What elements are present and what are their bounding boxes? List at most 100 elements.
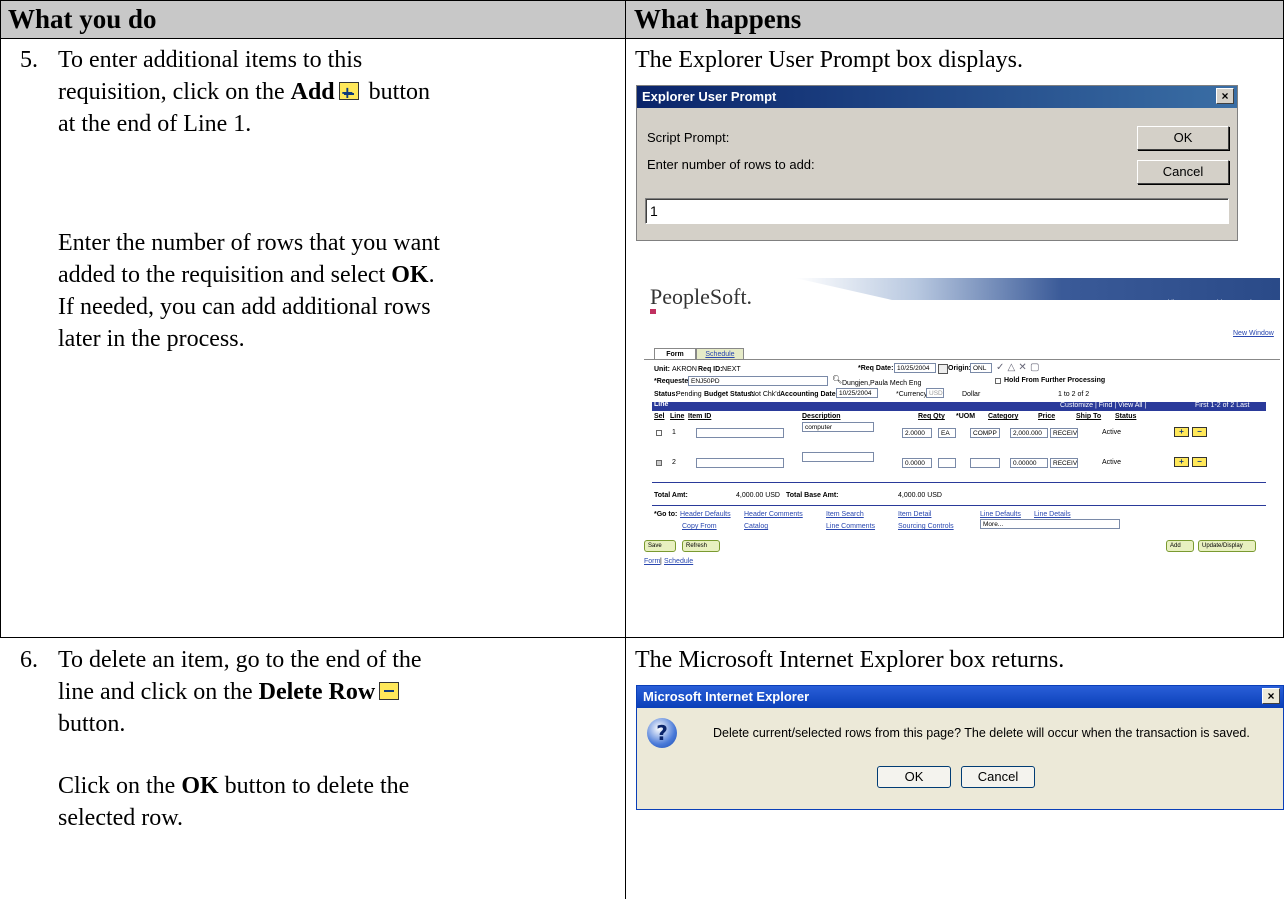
add-button[interactable]: Add: [1166, 540, 1194, 552]
tab-form-label: Form: [666, 351, 684, 358]
link-header-comments[interactable]: Header Comments: [744, 511, 803, 518]
row2-qty[interactable]: 0.0000: [902, 458, 932, 468]
script-prompt-label: Script Prompt:: [647, 130, 730, 145]
step5-p2-line3: If needed, you can add additional rows: [58, 294, 431, 320]
close-icon[interactable]: ×: [1216, 88, 1234, 104]
row2-price[interactable]: 0.00000: [1010, 458, 1048, 468]
line-grid-header: [652, 402, 1266, 411]
row2-line: 2: [672, 459, 676, 466]
currency-field[interactable]: USD: [926, 388, 944, 398]
link-line-details[interactable]: Line Details: [1034, 511, 1071, 518]
col-category[interactable]: Category: [988, 413, 1018, 420]
rows-to-add-input[interactable]: 1: [645, 198, 1229, 224]
step-number: 6.: [20, 647, 38, 673]
row2-select[interactable]: [656, 460, 662, 466]
calendar-icon[interactable]: [938, 364, 948, 374]
step6-line3: button.: [58, 711, 126, 737]
ok-button[interactable]: OK: [877, 766, 951, 788]
status-value: Pending: [676, 391, 702, 398]
save-button[interactable]: Save: [644, 540, 676, 552]
nav-banner: [795, 278, 1280, 300]
footer-form-link[interactable]: Form: [644, 558, 660, 565]
nav-worklist[interactable]: Worklist: [1155, 300, 1180, 307]
explorer-user-prompt-dialog: Explorer User Prompt × Script Prompt: En…: [636, 85, 1238, 241]
requester-field[interactable]: ENJ50PD: [688, 376, 828, 386]
grid-nav[interactable]: Customize | Find | View All |: [1060, 402, 1146, 409]
requester-name: Dungjen,Paula Mech Eng: [842, 380, 922, 387]
step5-line3: at the end of Line 1.: [58, 111, 252, 137]
row1-price[interactable]: 2,000.000: [1010, 428, 1048, 438]
row2-uom[interactable]: [938, 458, 956, 468]
refresh-button[interactable]: Refresh: [682, 540, 720, 552]
reqid-label: Req ID:: [698, 366, 723, 373]
row1-delete-icon[interactable]: −: [1192, 427, 1207, 437]
step5-p2-line4: later in the process.: [58, 326, 245, 352]
row2-delete-icon[interactable]: −: [1192, 457, 1207, 467]
step6-p2-text-a: Click on the: [58, 773, 182, 799]
col-item-id[interactable]: Item ID: [688, 413, 711, 420]
grid-pager[interactable]: First 1-2 of 2 Last: [1195, 402, 1249, 409]
nav-home[interactable]: Home: [1105, 300, 1124, 307]
row1-add-icon[interactable]: +: [1174, 427, 1189, 437]
link-sourcing-controls[interactable]: Sourcing Controls: [898, 523, 954, 530]
ok-label: OK: [391, 262, 429, 288]
link-line-defaults[interactable]: Line Defaults: [980, 511, 1021, 518]
col-sel[interactable]: Sel: [654, 413, 665, 420]
new-window-link[interactable]: New Window: [1233, 330, 1274, 337]
total-base-value: 4,000.00 USD: [898, 492, 942, 499]
row1-uom[interactable]: EA: [938, 428, 956, 438]
action-icons: ✓ △ ✕ ▢: [996, 362, 1040, 373]
link-copy-from[interactable]: Copy From: [682, 523, 717, 530]
row2-description[interactable]: [802, 452, 874, 462]
row2-category[interactable]: [970, 458, 1000, 468]
currency-name: Dollar: [962, 391, 981, 398]
col-line[interactable]: Line: [670, 413, 684, 420]
footer-schedule-link[interactable]: Schedule: [664, 558, 693, 565]
link-item-detail[interactable]: Item Detail: [898, 511, 931, 518]
row1-ship-to[interactable]: RECEIV: [1050, 428, 1078, 438]
step6-result: The Microsoft Internet Explorer box retu…: [635, 647, 1065, 673]
row1-description[interactable]: computer: [802, 422, 874, 432]
step5-p2-line1: Enter the number of rows that you want: [58, 230, 440, 256]
cancel-button[interactable]: Cancel: [1137, 160, 1229, 184]
row2-ship-to[interactable]: RECEIV: [1050, 458, 1078, 468]
col-status[interactable]: Status: [1115, 413, 1136, 420]
col-price[interactable]: Price: [1038, 413, 1055, 420]
step5-result: The Explorer User Prompt box displays.: [635, 47, 1023, 73]
row1-qty[interactable]: 2.0000: [902, 428, 932, 438]
ok-button[interactable]: OK: [1137, 126, 1229, 150]
hold-checkbox[interactable]: [995, 378, 1001, 384]
cancel-button[interactable]: Cancel: [961, 766, 1035, 788]
col-req-qty[interactable]: Req Qty: [918, 413, 945, 420]
row2-item-id[interactable]: [696, 458, 784, 468]
more-select[interactable]: More...: [980, 519, 1120, 529]
close-icon[interactable]: ×: [1262, 688, 1280, 704]
link-header-defaults[interactable]: Header Defaults: [680, 511, 731, 518]
col-ship-to[interactable]: Ship To: [1076, 413, 1101, 420]
step5-p2-period: .: [428, 262, 435, 288]
row1-category[interactable]: COMPP: [970, 428, 1000, 438]
row1-item-id[interactable]: [696, 428, 784, 438]
reqdate-field[interactable]: 10/25/2004: [894, 363, 936, 373]
prompt-message: Enter number of rows to add:: [647, 157, 815, 172]
menu-icon[interactable]: [650, 309, 656, 314]
accounting-date-field[interactable]: 10/25/2004: [836, 388, 878, 398]
header-bottom-border: [0, 38, 1284, 39]
nav-add-to-favorites[interactable]: Add to Favorites: [1210, 300, 1261, 307]
dialog-title: Explorer User Prompt: [642, 89, 777, 104]
question-icon: ?: [647, 718, 677, 748]
step5-line2-end: button: [362, 79, 430, 105]
goto-label: *Go to:: [654, 511, 678, 518]
link-catalog[interactable]: Catalog: [744, 523, 768, 530]
link-line-comments[interactable]: Line Comments: [826, 523, 875, 530]
row1-select[interactable]: [656, 430, 662, 436]
link-item-search[interactable]: Item Search: [826, 511, 864, 518]
unit-value: AKRON: [672, 366, 697, 373]
row2-status: Active: [1102, 459, 1122, 466]
update-display-button[interactable]: Update/Display: [1198, 540, 1256, 552]
lookup-icon[interactable]: 🔍︎: [832, 375, 842, 384]
row2-add-icon[interactable]: +: [1174, 457, 1189, 467]
origin-select[interactable]: ONL: [970, 363, 992, 373]
status-label: Status:: [654, 391, 678, 398]
col-description[interactable]: Description: [802, 413, 841, 420]
